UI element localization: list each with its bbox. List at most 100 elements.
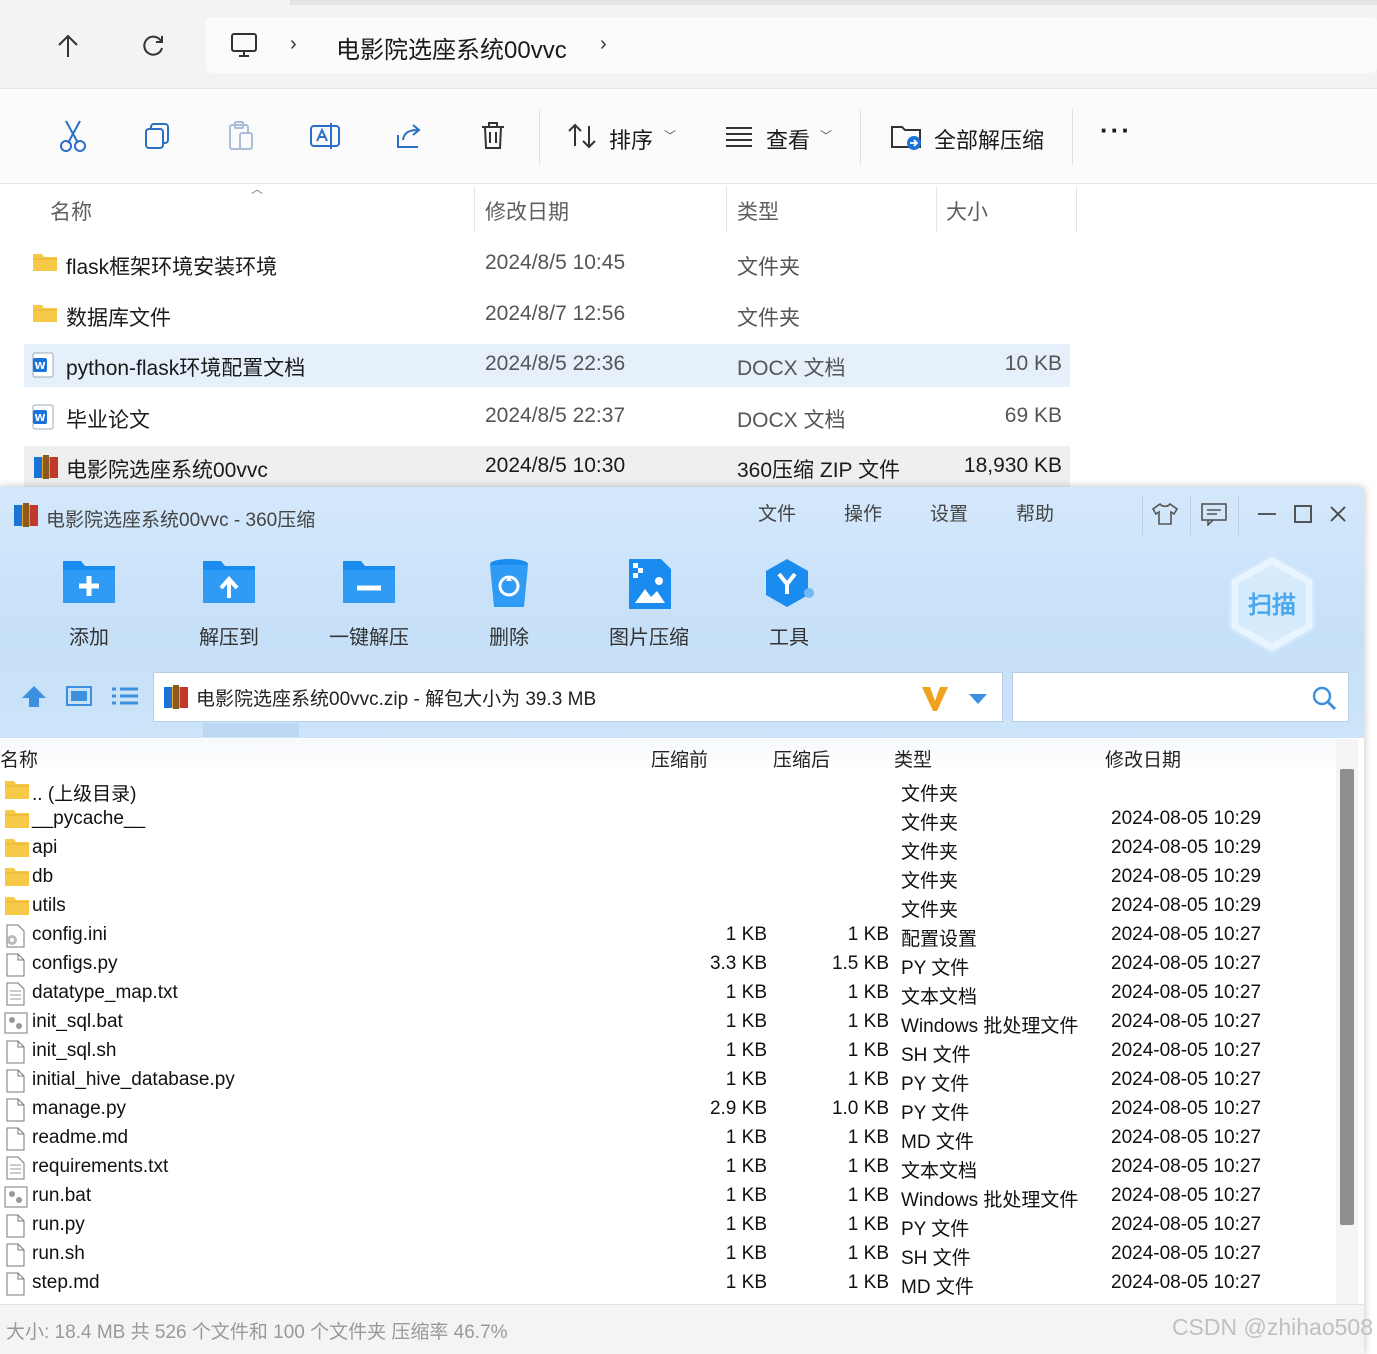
paste-icon[interactable] [224, 119, 258, 153]
dropdown-arrow-icon[interactable] [968, 692, 988, 710]
rename-icon[interactable] [308, 119, 342, 153]
list-view-icon[interactable] [111, 686, 139, 711]
scrollbar-thumb[interactable] [1340, 769, 1354, 1225]
entry-date: 2024-08-05 10:29 [1111, 837, 1262, 858]
archive-row[interactable]: requirements.txt 1 KB 1 KB 文本文档 2024-08-05 1… [0, 1153, 1336, 1182]
file-row[interactable]: flask框架环境安装环境 2024/8/5 10:45 文件夹 [24, 243, 1070, 286]
column-divider[interactable] [474, 186, 475, 232]
column-divider[interactable] [726, 186, 727, 232]
chevron-down-icon[interactable]: ﹀ [664, 127, 676, 144]
archive-row[interactable]: utils 文件夹 2024-08-05 10:29 [0, 892, 1336, 921]
column-type[interactable]: 类型 [737, 196, 779, 226]
column-date[interactable]: 修改日期 [485, 196, 569, 226]
entry-name: readme.md [32, 1127, 129, 1148]
entry-name: run.sh [32, 1243, 85, 1264]
copy-icon[interactable] [140, 119, 174, 153]
file-name: flask框架环境安装环境 [66, 256, 278, 279]
column-name[interactable]: 名称 [50, 196, 92, 226]
search-icon[interactable] [1311, 685, 1337, 716]
file-row[interactable]: W 毕业论文 2024/8/5 22:37 DOCX 文档 69 KB [24, 396, 1070, 439]
archive-row[interactable]: init_sql.sh 1 KB 1 KB SH 文件 2024-08-05 10:27 [0, 1037, 1336, 1066]
thumbnail-view-icon[interactable] [66, 686, 92, 711]
zip-app-icon [12, 502, 40, 533]
column-date[interactable]: 修改日期 [1105, 745, 1181, 772]
view-icon[interactable] [722, 119, 756, 153]
archive-row[interactable]: __pycache__ 文件夹 2024-08-05 10:29 [0, 805, 1336, 834]
archive-row[interactable]: initial_hive_database.py 1 KB 1 KB PY 文件 202… [0, 1066, 1336, 1095]
more-options-icon[interactable]: ··· [1100, 115, 1132, 146]
image-compress-button[interactable]: 图片压缩 [594, 557, 704, 650]
archive-search-input[interactable] [1012, 672, 1349, 722]
sort-button[interactable]: 排序 [609, 123, 653, 155]
feedback-icon[interactable] [1199, 499, 1229, 529]
menu-operate[interactable]: 操作 [844, 499, 882, 526]
extract-all-icon[interactable] [890, 119, 924, 153]
view-button[interactable]: 查看 [766, 123, 810, 155]
menu-help[interactable]: 帮助 [1016, 499, 1054, 526]
sort-icon[interactable] [565, 119, 599, 153]
minimize-icon[interactable] [1252, 499, 1282, 529]
archive-row[interactable]: run.bat 1 KB 1 KB Windows 批处理文件 2024-08-05 1… [0, 1182, 1336, 1211]
up-arrow-icon[interactable] [48, 26, 88, 66]
menu-file[interactable]: 文件 [758, 499, 796, 526]
title-divider [1238, 495, 1239, 535]
archive-row[interactable]: .. (上级目录) 文件夹 [0, 776, 1336, 805]
file-date: 2024/8/5 22:36 [485, 352, 626, 375]
refresh-icon[interactable] [133, 26, 173, 66]
zip-header: 电影院选座系统00vvc - 360压缩 文件 操作 设置 帮助 添加 解压到 … [0, 487, 1364, 738]
file-row[interactable]: 数据库文件 2024/8/7 12:56 文件夹 [24, 294, 1070, 337]
archive-row[interactable]: configs.py 3.3 KB 1.5 KB PY 文件 2024-08-05 10… [0, 950, 1336, 979]
column-divider[interactable] [1076, 186, 1077, 232]
archive-row[interactable]: config.ini 1 KB 1 KB 配置设置 2024-08-05 10:27 [0, 921, 1336, 950]
maximize-icon[interactable] [1288, 499, 1318, 529]
file-type: 文件夹 [737, 256, 800, 279]
column-size-before[interactable]: 压缩前 [651, 745, 708, 772]
chevron-right-icon[interactable]: › [600, 33, 607, 56]
folder-icon [4, 837, 30, 865]
delete-icon[interactable] [476, 119, 510, 153]
vertical-scrollbar[interactable] [1336, 739, 1358, 1304]
menu-settings[interactable]: 设置 [930, 499, 968, 526]
skin-shirt-icon[interactable] [1150, 499, 1180, 529]
computer-icon[interactable] [230, 31, 258, 64]
cut-icon[interactable] [56, 119, 90, 153]
tools-button[interactable]: 工具 [734, 557, 844, 650]
file-row-selected[interactable]: W python-flask环境配置文档 2024/8/5 22:36 DOCX… [24, 344, 1070, 387]
chevron-right-icon[interactable]: › [290, 33, 297, 56]
add-button[interactable]: 添加 [34, 557, 144, 650]
extract-all-button[interactable]: 全部解压缩 [934, 123, 1044, 155]
archive-row[interactable]: datatype_map.txt 1 KB 1 KB 文本文档 2024-08-05 1… [0, 979, 1336, 1008]
v-logo-icon[interactable] [920, 683, 950, 718]
archive-path-bar[interactable]: 电影院选座系统00vvc.zip - 解包大小为 39.3 MB [153, 672, 1003, 722]
archive-row[interactable]: step.md 1 KB 1 KB MD 文件 2024-08-05 10:27 [0, 1269, 1336, 1298]
scan-button[interactable]: 扫描 [1226, 553, 1318, 657]
share-icon[interactable] [392, 119, 426, 153]
extract-to-button[interactable]: 解压到 [174, 557, 284, 650]
entry-date: 2024-08-05 10:29 [1111, 895, 1262, 916]
chevron-down-icon[interactable]: ﹀ [820, 127, 832, 144]
one-click-extract-button[interactable]: 一键解压 [314, 557, 424, 650]
close-icon[interactable] [1323, 499, 1353, 529]
column-size-after[interactable]: 压缩后 [773, 745, 830, 772]
archive-row[interactable]: db 文件夹 2024-08-05 10:29 [0, 863, 1336, 892]
archive-row[interactable]: readme.md 1 KB 1 KB MD 文件 2024-08-05 10:27 [0, 1124, 1336, 1153]
entry-name: init_sql.sh [32, 1040, 117, 1061]
column-type[interactable]: 类型 [894, 745, 932, 772]
archive-row[interactable]: run.sh 1 KB 1 KB SH 文件 2024-08-05 10:27 [0, 1240, 1336, 1269]
entry-name: step.md [32, 1272, 100, 1293]
archive-row[interactable]: run.py 1 KB 1 KB PY 文件 2024-08-05 10:27 [0, 1211, 1336, 1240]
file-type: DOCX 文档 [737, 409, 846, 432]
up-level-arrow-icon[interactable] [20, 684, 48, 713]
column-name[interactable]: 名称 [0, 745, 38, 772]
breadcrumb-current[interactable]: 电影院选座系统00vvc [336, 30, 567, 65]
column-divider[interactable] [936, 186, 937, 232]
entry-size-after: 1.5 KB [831, 953, 889, 974]
folder-icon [4, 808, 30, 836]
archive-row[interactable]: init_sql.bat 1 KB 1 KB Windows 批处理文件 2024-08… [0, 1008, 1336, 1037]
archive-row[interactable]: api 文件夹 2024-08-05 10:29 [0, 834, 1336, 863]
column-size[interactable]: 大小 [946, 196, 988, 226]
file-row-hovered[interactable]: 电影院选座系统00vvc 2024/8/5 10:30 360压缩 ZIP 文件… [24, 446, 1070, 489]
address-bar[interactable]: › 电影院选座系统00vvc › [206, 17, 1377, 73]
archive-row[interactable]: manage.py 2.9 KB 1.0 KB PY 文件 2024-08-05 10:… [0, 1095, 1336, 1124]
delete-button[interactable]: 删除 [454, 557, 564, 650]
